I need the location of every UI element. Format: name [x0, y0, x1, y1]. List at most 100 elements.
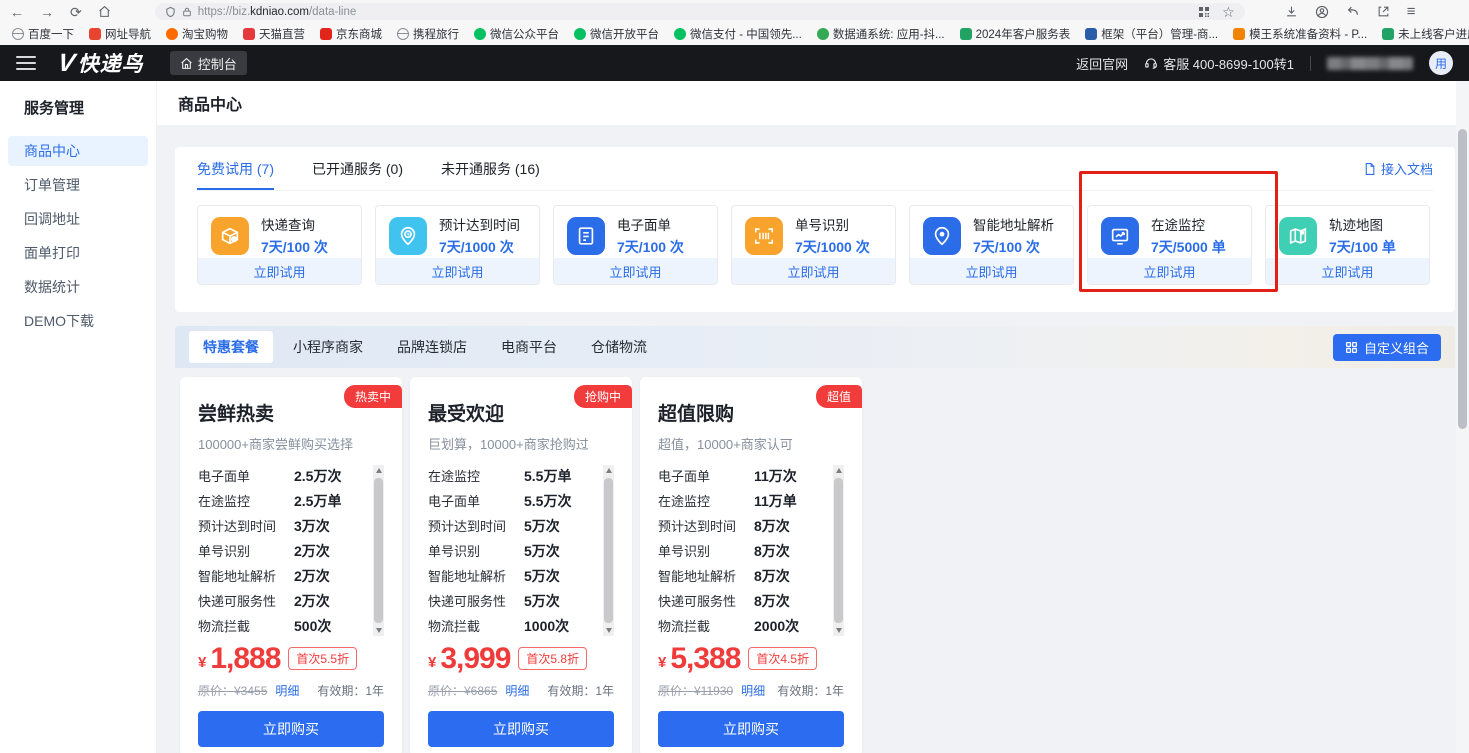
currency-symbol: ¥	[198, 654, 206, 674]
back-icon[interactable]: ←	[10, 5, 24, 19]
docs-link[interactable]: 接入文档	[1363, 159, 1433, 178]
buy-now-button[interactable]: 立即购买	[198, 711, 384, 747]
detail-link[interactable]: 明细	[741, 682, 765, 699]
sidebar-item-order-management[interactable]: 订单管理	[8, 170, 148, 200]
sidebar-item-demo-download[interactable]: DEMO下载	[8, 306, 148, 336]
history-undo-icon[interactable]	[1346, 5, 1360, 18]
feature-qty: 2万次	[294, 541, 330, 561]
share-icon[interactable]	[1377, 5, 1390, 18]
package-tab-brand-chain[interactable]: 品牌连锁店	[383, 331, 481, 363]
trial-card-in-transit-monitoring[interactable]: 在途监控 7天/5000 单 立即试用	[1087, 205, 1252, 285]
bookmark-item[interactable]: 天猫直营	[243, 26, 305, 42]
home-icon[interactable]	[98, 5, 111, 18]
detail-link[interactable]: 明细	[275, 682, 299, 699]
bookmark-item[interactable]: 框架（平台）管理-商...	[1085, 26, 1218, 42]
account-icon[interactable]	[1315, 5, 1329, 19]
try-now-button[interactable]: 立即试用	[1088, 258, 1251, 284]
bookmark-item[interactable]: 网址导航	[89, 26, 151, 42]
feature-list: 电子面单2.5万次 在途监控2.5万单 预计达到时间3万次 单号识别2万次 智能…	[198, 463, 384, 638]
feature-name: 预计达到时间	[658, 516, 754, 535]
bookmark-star-icon[interactable]: ☆	[1222, 5, 1235, 19]
trial-card-express-query[interactable]: 快递查询 7天/100 次 立即试用	[197, 205, 362, 285]
trial-card-tracking-number-recognition[interactable]: 单号识别 7天/1000 次 立即试用	[731, 205, 896, 285]
bookmark-item[interactable]: 模王系统准备资料 - P...	[1233, 26, 1367, 42]
try-now-button[interactable]: 立即试用	[554, 258, 717, 284]
hamburger-menu-icon[interactable]	[16, 56, 36, 70]
console-button[interactable]: 控制台	[170, 51, 247, 75]
package-tab-special-offer[interactable]: 特惠套餐	[189, 331, 273, 363]
feature-name: 预计达到时间	[198, 516, 294, 535]
page-scrollbar[interactable]	[1456, 81, 1469, 753]
scroll-up-icon[interactable]	[606, 468, 612, 473]
scroll-up-icon[interactable]	[376, 468, 382, 473]
favicon-icon	[674, 28, 686, 40]
qr-code-icon[interactable]	[1198, 6, 1210, 18]
bookmark-item[interactable]: 微信公众平台	[474, 26, 559, 42]
list-scrollbar[interactable]	[833, 465, 844, 636]
forward-icon[interactable]: →	[40, 5, 54, 19]
scrollbar-thumb[interactable]	[374, 478, 383, 623]
support-phone[interactable]: 客服 400-8699-100转1	[1144, 54, 1294, 73]
shield-icon[interactable]	[165, 6, 176, 18]
trial-card-track-map[interactable]: 轨迹地图 7天/100 单 立即试用	[1265, 205, 1430, 285]
sidebar-item-data-statistics[interactable]: 数据统计	[8, 272, 148, 302]
package-tab-warehouse-logistics[interactable]: 仓储物流	[577, 331, 661, 363]
sidebar-item-waybill-print[interactable]: 面单打印	[8, 238, 148, 268]
package-tab-mini-program[interactable]: 小程序商家	[279, 331, 377, 363]
sidebar-item-callback-address[interactable]: 回调地址	[8, 204, 148, 234]
detail-link[interactable]: 明细	[505, 682, 529, 699]
address-bar[interactable]: https://biz.kdniao.com/data-line ☆	[155, 3, 1245, 20]
scroll-down-icon[interactable]	[836, 628, 842, 633]
scroll-down-icon[interactable]	[606, 628, 612, 633]
buy-now-button[interactable]: 立即购买	[428, 711, 614, 747]
bookmark-item[interactable]: 未上线客户进度表	[1382, 26, 1469, 42]
bookmark-item[interactable]: 微信支付 - 中国领先...	[674, 26, 802, 42]
sidebar-item-product-center[interactable]: 商品中心	[8, 136, 148, 166]
bookmark-item[interactable]: 2024年客户服务表	[960, 26, 1071, 42]
trial-card-e-waybill[interactable]: 电子面单 7天/100 次 立即试用	[553, 205, 718, 285]
try-now-button[interactable]: 立即试用	[376, 258, 539, 284]
tab-not-activated-services[interactable]: 未开通服务 (16)	[441, 147, 540, 190]
trial-card-estimated-arrival[interactable]: 预计达到时间 7天/1000 次 立即试用	[375, 205, 540, 285]
try-now-button[interactable]: 立即试用	[1266, 258, 1429, 284]
scroll-down-icon[interactable]	[376, 628, 382, 633]
package-tab-band: 特惠套餐 小程序商家 品牌连锁店 电商平台 仓储物流 自定义组合	[175, 326, 1455, 368]
try-now-button[interactable]: 立即试用	[910, 258, 1073, 284]
scrollbar-thumb[interactable]	[604, 478, 613, 623]
back-to-site-link[interactable]: 返回官网	[1076, 54, 1128, 73]
try-now-button[interactable]: 立即试用	[732, 258, 895, 284]
list-scrollbar[interactable]	[373, 465, 384, 636]
feature-qty: 2万次	[294, 566, 330, 586]
download-icon[interactable]	[1285, 5, 1298, 18]
feature-list: 在途监控5.5万单 电子面单5.5万次 预计达到时间5万次 单号识别5万次 智能…	[428, 463, 614, 638]
feature-name: 智能地址解析	[428, 566, 524, 585]
page-scrollbar-thumb[interactable]	[1458, 129, 1467, 429]
menu-icon[interactable]: ≡	[1407, 4, 1416, 19]
bookmark-item[interactable]: 百度一下	[12, 26, 74, 42]
avatar[interactable]: 用	[1429, 51, 1453, 75]
feature-qty: 2.5万次	[294, 466, 341, 486]
bookmark-item[interactable]: 京东商城	[320, 26, 382, 42]
validity-label: 有效期：1年	[777, 682, 844, 699]
trial-card-address-parsing[interactable]: 智能地址解析 7天/100 次 立即试用	[909, 205, 1074, 285]
try-now-button[interactable]: 立即试用	[198, 258, 361, 284]
package-tab-ecommerce[interactable]: 电商平台	[487, 331, 571, 363]
reload-icon[interactable]: ⟳	[70, 5, 82, 19]
bookmark-item[interactable]: 淘宝购物	[166, 26, 228, 42]
feature-qty: 2万次	[294, 591, 330, 611]
buy-now-button[interactable]: 立即购买	[658, 711, 844, 747]
tab-activated-services[interactable]: 已开通服务 (0)	[312, 147, 403, 190]
brand-logo[interactable]: V快递鸟	[58, 48, 144, 78]
custom-combo-button[interactable]: 自定义组合	[1333, 334, 1441, 361]
original-price: 原价：¥3455	[198, 682, 267, 699]
bookmark-item[interactable]: 微信开放平台	[574, 26, 659, 42]
url-text[interactable]: https://biz.kdniao.com/data-line	[198, 6, 357, 18]
list-scrollbar[interactable]	[603, 465, 614, 636]
tab-free-trial[interactable]: 免费试用 (7)	[197, 147, 274, 190]
favicon-icon	[474, 28, 486, 40]
bookmark-item[interactable]: 携程旅行	[397, 26, 459, 42]
bookmark-item[interactable]: 数据通系统: 应用-抖...	[817, 26, 945, 42]
scrollbar-thumb[interactable]	[834, 478, 843, 623]
scroll-up-icon[interactable]	[836, 468, 842, 473]
feature-qty: 5.5万单	[524, 466, 571, 486]
